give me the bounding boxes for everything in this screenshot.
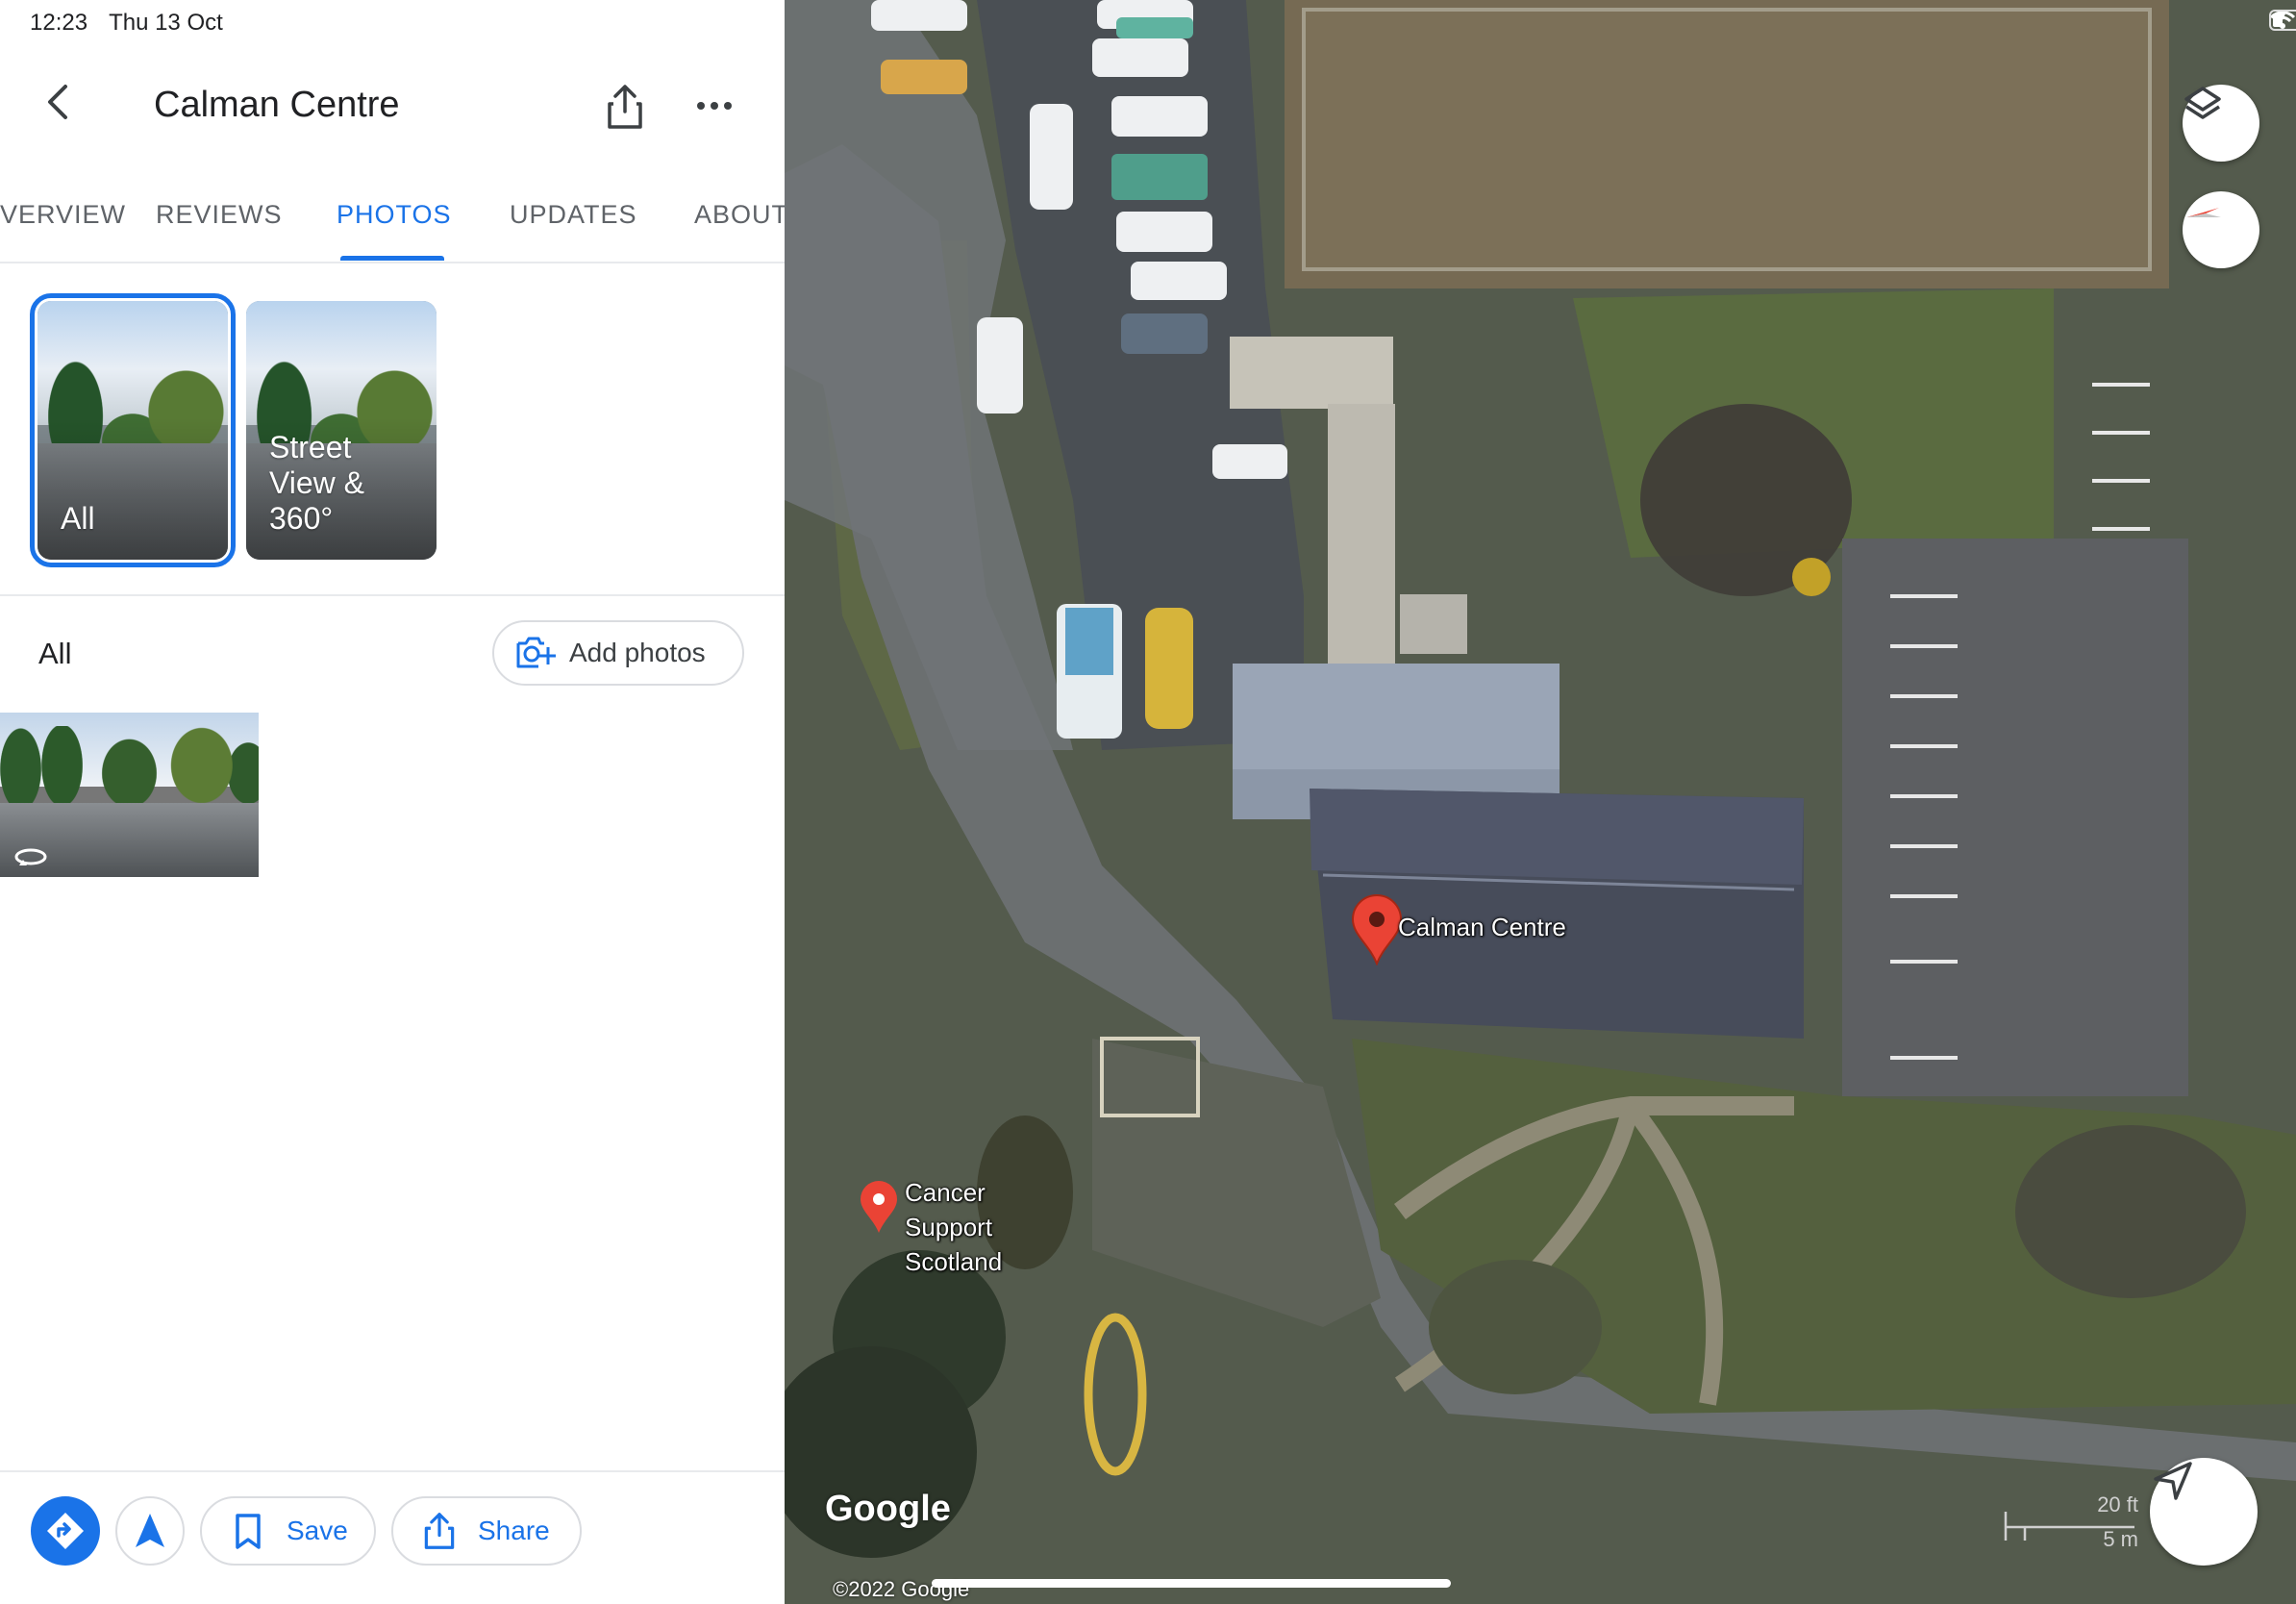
photo-category-label: Street View & 360° bbox=[269, 430, 365, 536]
photo-category-label: All bbox=[61, 501, 95, 536]
chevron-left-icon bbox=[48, 85, 67, 119]
directions-button[interactable] bbox=[31, 1496, 100, 1566]
photo-thumbnail[interactable] bbox=[0, 713, 259, 877]
place-marker-label: Cancer Support Scotland bbox=[905, 1178, 1003, 1276]
photo-category-all[interactable]: All bbox=[30, 293, 236, 567]
tab-about[interactable]: ABOUT bbox=[694, 200, 785, 230]
panorama-360-icon bbox=[14, 848, 47, 865]
status-date: Thu 13 Oct bbox=[109, 10, 223, 36]
section-title: All bbox=[38, 637, 72, 670]
satellite-imagery bbox=[785, 0, 2296, 1604]
header-share-button[interactable] bbox=[604, 83, 646, 131]
more-horizontal-icon bbox=[697, 102, 732, 110]
tab-photos[interactable]: PHOTOS bbox=[337, 200, 452, 230]
more-options-button[interactable] bbox=[696, 85, 733, 127]
compass-button[interactable] bbox=[2183, 191, 2259, 268]
google-attribution: Google bbox=[825, 1489, 951, 1529]
start-navigation-button[interactable] bbox=[115, 1496, 185, 1566]
place-tabs: OVERVIEW REVIEWS PHOTOS UPDATES ABOUT bbox=[0, 179, 785, 263]
divider bbox=[0, 594, 785, 596]
share-label: Share bbox=[478, 1516, 550, 1545]
map-pin-icon bbox=[1351, 894, 1403, 965]
map-pin-icon bbox=[861, 1181, 897, 1233]
status-clock: 12:23 Thu 13 Oct bbox=[30, 10, 244, 37]
scale-metric: 5 m bbox=[2103, 1527, 2138, 1551]
active-tab-indicator bbox=[340, 256, 444, 261]
add-photo-icon bbox=[516, 637, 556, 668]
back-button[interactable] bbox=[38, 81, 81, 123]
battery-icon bbox=[2269, 10, 2296, 31]
layers-button[interactable] bbox=[2183, 85, 2259, 162]
photo-category-street-view[interactable]: Street View & 360° bbox=[246, 301, 437, 560]
save-label: Save bbox=[287, 1516, 348, 1545]
tab-updates[interactable]: UPDATES bbox=[510, 200, 637, 230]
share-icon bbox=[608, 85, 642, 129]
navigation-arrow-icon bbox=[136, 1514, 164, 1547]
location-arrow-icon bbox=[2154, 1462, 2192, 1500]
add-photos-label: Add photos bbox=[569, 638, 706, 667]
tab-reviews[interactable]: REVIEWS bbox=[156, 200, 283, 230]
bookmark-icon bbox=[236, 1514, 261, 1549]
directions-icon bbox=[47, 1513, 84, 1549]
my-location-button[interactable] bbox=[2150, 1458, 2258, 1566]
place-marker-label: Calman Centre bbox=[1398, 913, 1566, 941]
satellite-map[interactable]: Calman Centre Cancer Support Scotland Go… bbox=[785, 0, 2296, 1604]
tab-overview[interactable]: OVERVIEW bbox=[0, 200, 126, 230]
save-button[interactable]: Save bbox=[200, 1496, 376, 1566]
bottom-action-bar: Save Share bbox=[0, 1470, 785, 1604]
scale-imperial: 20 ft bbox=[2097, 1492, 2138, 1516]
compass-icon bbox=[2186, 208, 2221, 217]
add-photos-button[interactable]: Add photos bbox=[492, 620, 744, 686]
place-title: Calman Centre bbox=[154, 85, 400, 125]
share-button[interactable]: Share bbox=[391, 1496, 582, 1566]
home-indicator[interactable] bbox=[932, 1579, 1451, 1588]
place-panel: 12:23 Thu 13 Oct Calman Centre OVERVIEW R… bbox=[0, 0, 786, 1604]
status-time: 12:23 bbox=[30, 10, 88, 36]
share-icon bbox=[424, 1513, 455, 1549]
map-scale: 20 ft 5 m bbox=[2004, 1492, 2138, 1551]
layers-icon bbox=[2184, 87, 2221, 119]
